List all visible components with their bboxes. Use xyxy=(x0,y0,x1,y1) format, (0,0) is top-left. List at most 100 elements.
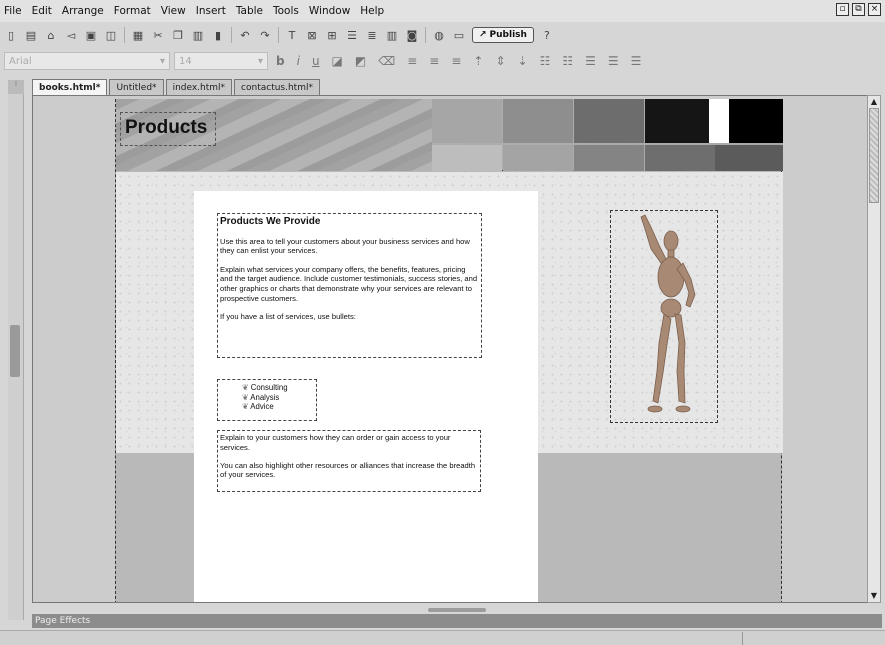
form-icon[interactable]: ☰ xyxy=(345,28,359,42)
list-item: Advice xyxy=(242,402,316,412)
menu-bar: File Edit Arrange Format View Insert Tab… xyxy=(0,0,885,22)
window-controls: ▫ ⧉ × xyxy=(836,3,881,16)
toolbar-divider xyxy=(231,27,232,43)
order-text-box[interactable]: Explain to your customers how they can o… xyxy=(217,430,481,492)
menu-edit[interactable]: Edit xyxy=(27,5,57,17)
menu-insert[interactable]: Insert xyxy=(191,5,231,17)
color-swatch xyxy=(432,145,502,171)
vertical-scrollbar[interactable]: ▲ ▼ xyxy=(867,95,881,603)
menu-window[interactable]: Window xyxy=(304,5,355,17)
tab-books[interactable]: books.html* xyxy=(32,79,108,95)
italic-button[interactable]: i xyxy=(293,54,304,68)
text-color-icon[interactable]: ◪ xyxy=(328,54,347,68)
text-icon[interactable]: T xyxy=(285,28,299,42)
clear-format-icon[interactable]: ⌫ xyxy=(374,54,399,68)
menu-view[interactable]: View xyxy=(156,5,191,17)
tab-untitled[interactable]: Untitled* xyxy=(109,79,164,95)
numbered-list-icon[interactable]: ☷ xyxy=(558,54,577,68)
scroll-up-icon[interactable]: ▲ xyxy=(869,97,879,107)
preview-icon[interactable]: ◫ xyxy=(104,28,118,42)
intro-text-box[interactable]: Products We Provide Use this area to tel… xyxy=(217,213,482,358)
restore-icon[interactable]: ▫ xyxy=(836,3,849,16)
outdent-icon[interactable]: ☰ xyxy=(604,54,623,68)
object-icon[interactable]: ◙ xyxy=(405,28,419,42)
float-icon[interactable]: ⧉ xyxy=(852,3,865,16)
redo-icon[interactable]: ↷ xyxy=(258,28,272,42)
align-right-icon[interactable]: ≡ xyxy=(447,54,465,68)
valign-middle-icon[interactable]: ⇕ xyxy=(491,54,509,68)
publish-button[interactable]: ↗ Publish xyxy=(472,27,534,43)
align-left-icon[interactable]: ≡ xyxy=(403,54,421,68)
banner-title[interactable]: Products xyxy=(120,112,217,146)
columns-icon[interactable]: ▥ xyxy=(385,28,399,42)
dock-expand-handle[interactable] xyxy=(10,325,20,377)
copy-icon[interactable]: ❐ xyxy=(171,28,185,42)
color-swatch xyxy=(574,99,644,143)
close-icon[interactable]: × xyxy=(868,3,881,16)
menu-tools[interactable]: Tools xyxy=(268,5,304,17)
save-icon[interactable]: ▣ xyxy=(84,28,98,42)
font-size-select[interactable]: 14 ▾ xyxy=(174,52,268,70)
paragraph: Explain what services your company offer… xyxy=(220,264,478,303)
content-panel[interactable]: Products We Provide Use this area to tel… xyxy=(194,191,538,602)
align-center-icon[interactable]: ≡ xyxy=(425,54,443,68)
indent-icon[interactable]: ☰ xyxy=(581,54,600,68)
table-icon[interactable]: ⊞ xyxy=(325,28,339,42)
banner[interactable]: Products xyxy=(116,99,783,171)
color-swatch xyxy=(503,99,573,143)
toolbar-divider xyxy=(124,27,125,43)
font-select-value: Arial xyxy=(9,55,32,67)
site-icon[interactable]: ⌂ xyxy=(44,28,58,42)
left-dock-strip: ⁞ xyxy=(8,80,24,620)
frame-icon[interactable]: ▭ xyxy=(452,28,466,42)
tab-contactus[interactable]: contactus.html* xyxy=(234,79,320,95)
paragraph: If you have a list of services, use bull… xyxy=(220,312,356,322)
mannequin-image[interactable] xyxy=(610,210,718,423)
document-tabs: books.html* Untitled* index.html* contac… xyxy=(32,79,320,95)
chevron-down-icon: ▾ xyxy=(159,55,165,67)
menu-table[interactable]: Table xyxy=(231,5,268,17)
page-editor[interactable]: Products Products We Provide Use this ar… xyxy=(32,95,868,603)
bullet-list-icon[interactable]: ☷ xyxy=(536,54,555,68)
menu-file[interactable]: File xyxy=(4,5,27,17)
menu-arrange[interactable]: Arrange xyxy=(57,5,109,17)
scrollbar-thumb[interactable] xyxy=(869,108,879,203)
font-select[interactable]: Arial ▾ xyxy=(4,52,170,70)
paste-icon[interactable]: ▥ xyxy=(191,28,205,42)
spacing-icon[interactable]: ☰ xyxy=(627,54,646,68)
globe-icon[interactable]: ◍ xyxy=(432,28,446,42)
toolbar-divider xyxy=(278,27,279,43)
scroll-down-icon[interactable]: ▼ xyxy=(869,591,879,601)
new-icon[interactable]: ▯ xyxy=(4,28,18,42)
help-icon[interactable]: ? xyxy=(540,28,554,42)
page-effects-panel[interactable]: Page Effects xyxy=(32,614,882,628)
menu-format[interactable]: Format xyxy=(109,5,156,17)
panel-splitter[interactable] xyxy=(428,608,486,612)
undo-icon[interactable]: ↶ xyxy=(238,28,252,42)
dock-grip-icon[interactable]: ⁞ xyxy=(8,80,24,94)
menu-help[interactable]: Help xyxy=(355,5,389,17)
publish-icon: ↗ xyxy=(479,30,487,40)
chevron-down-icon: ▾ xyxy=(257,55,263,67)
color-swatch xyxy=(729,99,783,143)
valign-bottom-icon[interactable]: ⇣ xyxy=(514,54,532,68)
color-swatch xyxy=(715,145,783,171)
tab-index[interactable]: index.html* xyxy=(165,79,233,95)
image-icon[interactable]: ⊠ xyxy=(305,28,319,42)
page-canvas[interactable]: Products Products We Provide Use this ar… xyxy=(115,99,783,602)
list-item: Consulting xyxy=(242,383,316,393)
underline-button[interactable]: u xyxy=(308,54,324,68)
valign-top-icon[interactable]: ⇡ xyxy=(469,54,487,68)
list-item: Analysis xyxy=(242,393,316,403)
list-icon[interactable]: ≣ xyxy=(365,28,379,42)
back-icon[interactable]: ◅ xyxy=(64,28,78,42)
open-icon[interactable]: ▤ xyxy=(24,28,38,42)
services-list[interactable]: Consulting Analysis Advice xyxy=(217,379,317,421)
bold-button[interactable]: b xyxy=(272,54,289,68)
highlight-icon[interactable]: ◩ xyxy=(351,54,370,68)
delete-icon[interactable]: ▮ xyxy=(211,28,225,42)
color-swatch xyxy=(503,145,573,171)
cut-icon[interactable]: ✂ xyxy=(151,28,165,42)
paste-special-icon[interactable]: ▦ xyxy=(131,28,145,42)
color-swatch xyxy=(432,99,502,143)
